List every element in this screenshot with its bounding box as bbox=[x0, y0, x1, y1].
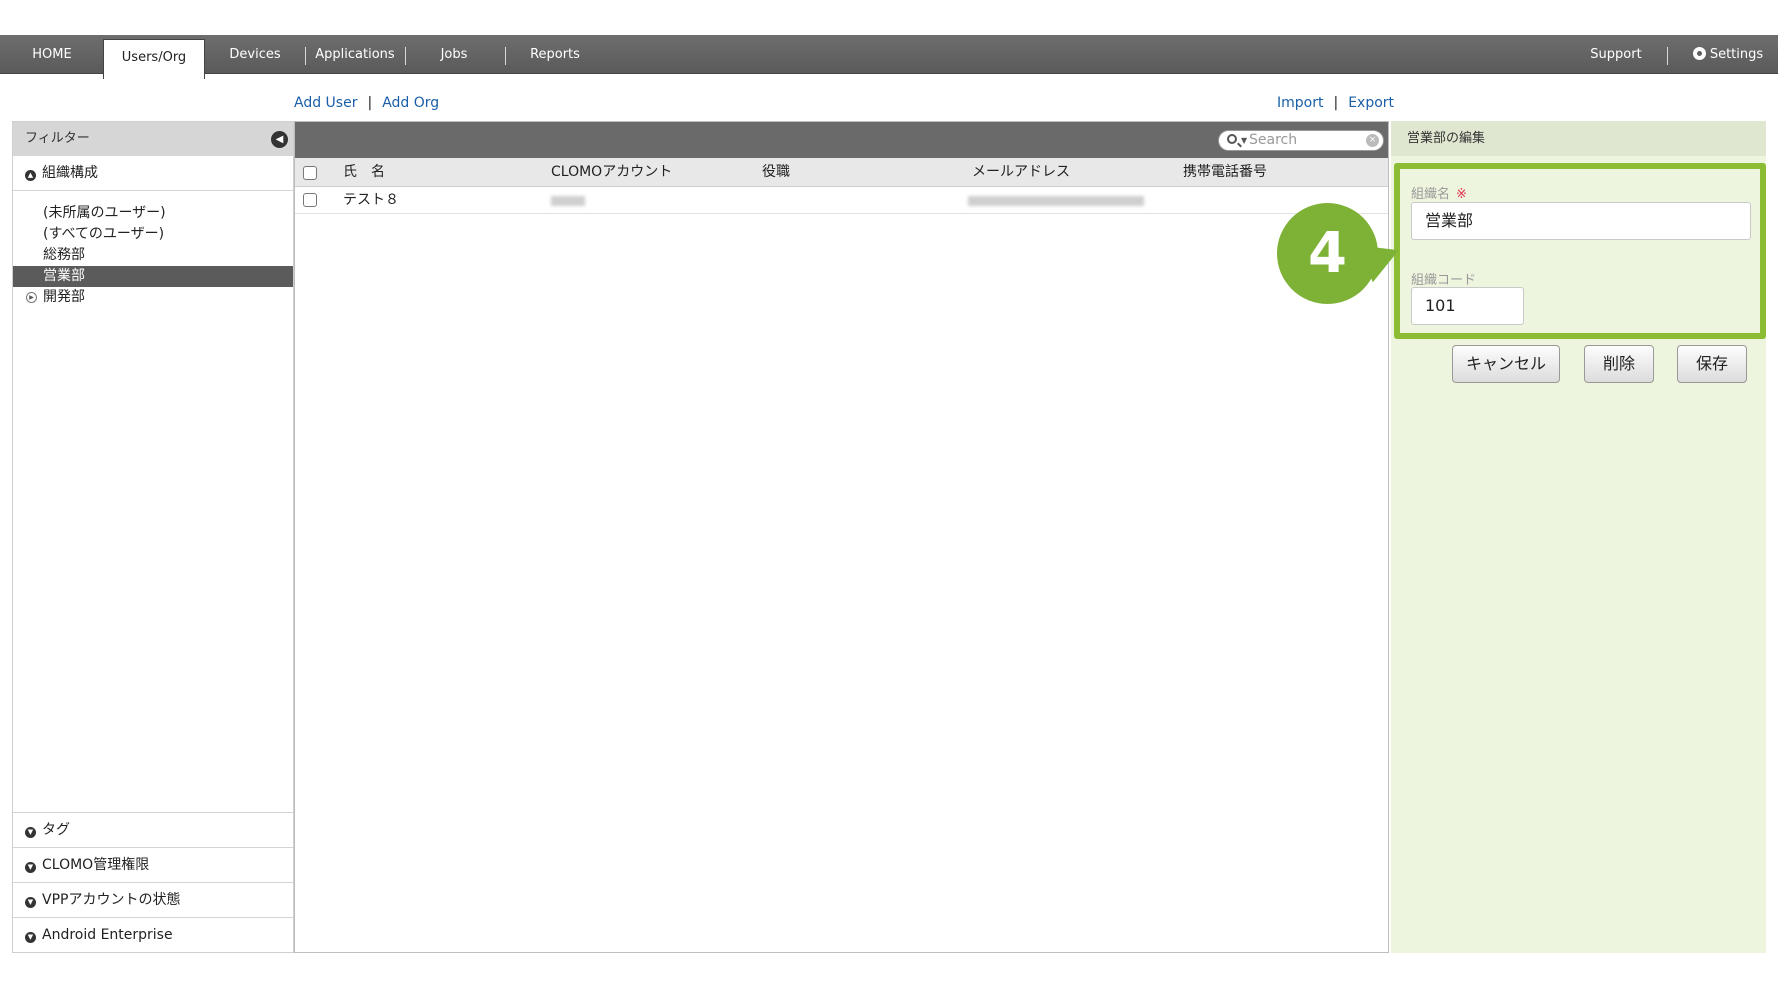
column-header-email[interactable]: メールアドレス bbox=[972, 158, 1070, 187]
android-enterprise-section-toggle[interactable]: ▼ Android Enterprise bbox=[13, 917, 293, 952]
chevron-down-icon: ▼ bbox=[25, 897, 36, 908]
org-name-label: 組織名 ※ bbox=[1411, 183, 1467, 202]
link-separator: | bbox=[1333, 95, 1339, 111]
expand-icon[interactable]: ▶ bbox=[26, 292, 37, 303]
sidebar-bottom-sections: ▼ タグ ▼ CLOMO管理権限 ▼ VPPアカウントの状態 ▼ Android Ent… bbox=[13, 812, 293, 952]
vpp-account-section-toggle[interactable]: ▼ VPPアカウントの状態 bbox=[13, 882, 293, 917]
tree-item-unassigned[interactable]: (未所属のユーザー) bbox=[13, 203, 293, 224]
tree-item-all-users[interactable]: (すべてのユーザー) bbox=[13, 224, 293, 245]
cancel-button[interactable]: キャンセル bbox=[1452, 345, 1560, 383]
filter-header: フィルター ◀ bbox=[13, 122, 293, 156]
org-section-toggle[interactable]: ▲ 組織構成 bbox=[13, 156, 293, 191]
tree-item-development[interactable]: ▶ 開発部 bbox=[13, 287, 293, 308]
link-separator: | bbox=[367, 95, 373, 111]
redacted-account bbox=[551, 196, 585, 206]
section-label: タグ bbox=[42, 822, 70, 838]
gear-icon bbox=[1692, 47, 1706, 60]
user-table-panel: ▼ Search × 氏 名 CLOMOアカウント 役職 メールアドレス 携帯電… bbox=[294, 121, 1389, 953]
redacted-email bbox=[968, 196, 1144, 206]
table-header: 氏 名 CLOMOアカウント 役職 メールアドレス 携帯電話番号 bbox=[295, 158, 1388, 187]
top-nav: HOME Users/Org Devices Applications Jobs… bbox=[0, 35, 1778, 79]
org-tree: (未所属のユーザー) (すべてのユーザー) 総務部 営業部 ▶ 開発部 bbox=[13, 191, 293, 308]
tag-section-toggle[interactable]: ▼ タグ bbox=[13, 812, 293, 847]
chevron-up-icon: ▲ bbox=[25, 170, 36, 181]
step-callout-badge: 4 bbox=[1277, 203, 1378, 304]
section-label: VPPアカウントの状態 bbox=[42, 892, 181, 908]
section-label: CLOMO管理権限 bbox=[42, 857, 150, 873]
tab-users-org[interactable]: Users/Org bbox=[103, 39, 205, 79]
column-header-title[interactable]: 役職 bbox=[762, 158, 790, 187]
section-label: Android Enterprise bbox=[42, 927, 173, 943]
tab-divider bbox=[505, 47, 506, 65]
tab-divider bbox=[305, 47, 306, 65]
search-placeholder: Search bbox=[1249, 132, 1298, 148]
filter-sidebar: フィルター ◀ ▲ 組織構成 (未所属のユーザー) (すべてのユーザー) 総務部 … bbox=[12, 121, 294, 953]
table-row[interactable]: テスト８ bbox=[295, 187, 1388, 214]
select-all-checkbox[interactable] bbox=[303, 166, 317, 180]
tree-item-sales[interactable]: 営業部 bbox=[13, 266, 293, 287]
edit-panel-title: 営業部の編集 bbox=[1391, 121, 1766, 156]
tab-home[interactable]: HOME bbox=[0, 35, 104, 74]
clear-search-icon[interactable]: × bbox=[1366, 134, 1379, 147]
collapse-sidebar-icon[interactable]: ◀ bbox=[271, 131, 288, 148]
tab-divider bbox=[405, 47, 406, 65]
search-dropdown-icon[interactable]: ▼ bbox=[1241, 131, 1247, 150]
tab-jobs[interactable]: Jobs bbox=[424, 35, 484, 74]
row-name: テスト８ bbox=[343, 192, 399, 208]
row-checkbox[interactable] bbox=[303, 193, 317, 207]
org-name-label-text: 組織名 bbox=[1411, 187, 1451, 202]
import-export-links: Import | Export bbox=[1277, 95, 1394, 111]
org-name-input[interactable]: 営業部 bbox=[1411, 202, 1751, 240]
search-icon bbox=[1227, 134, 1237, 144]
add-user-link[interactable]: Add User bbox=[294, 95, 357, 111]
tab-applications[interactable]: Applications bbox=[312, 35, 398, 74]
import-link[interactable]: Import bbox=[1277, 95, 1323, 111]
search-input[interactable]: ▼ Search × bbox=[1218, 130, 1384, 151]
column-header-name[interactable]: 氏 名 bbox=[343, 158, 385, 187]
tab-reports[interactable]: Reports bbox=[520, 35, 590, 74]
org-code-label: 組織コード bbox=[1411, 273, 1477, 288]
add-links: Add User | Add Org bbox=[294, 95, 439, 111]
chevron-down-icon: ▼ bbox=[25, 862, 36, 873]
table-toolbar: ▼ Search × bbox=[295, 122, 1388, 158]
support-link[interactable]: Support bbox=[1584, 35, 1648, 74]
save-button[interactable]: 保存 bbox=[1677, 345, 1747, 383]
required-mark: ※ bbox=[1456, 187, 1467, 202]
highlighted-form-area: 組織名 ※ 営業部 組織コード 101 bbox=[1394, 163, 1766, 339]
chevron-down-icon: ▼ bbox=[25, 827, 36, 838]
tree-item-label: 開発部 bbox=[43, 289, 85, 305]
settings-label: Settings bbox=[1709, 47, 1764, 62]
chevron-down-icon: ▼ bbox=[25, 932, 36, 943]
org-code-input[interactable]: 101 bbox=[1411, 287, 1524, 325]
delete-button[interactable]: 削除 bbox=[1584, 345, 1654, 383]
tab-divider bbox=[1667, 47, 1668, 65]
column-header-account[interactable]: CLOMOアカウント bbox=[551, 158, 672, 187]
filter-title: フィルター bbox=[25, 131, 90, 146]
settings-link[interactable]: Settings bbox=[1682, 35, 1774, 74]
add-org-link[interactable]: Add Org bbox=[382, 95, 439, 111]
org-edit-panel: 営業部の編集 組織名 ※ 営業部 組織コード 101 キャンセル 削除 保存 bbox=[1391, 121, 1766, 953]
org-section-label: 組織構成 bbox=[42, 165, 98, 181]
tree-item-general-affairs[interactable]: 総務部 bbox=[13, 245, 293, 266]
clomo-permission-section-toggle[interactable]: ▼ CLOMO管理権限 bbox=[13, 847, 293, 882]
export-link[interactable]: Export bbox=[1348, 95, 1394, 111]
column-header-phone[interactable]: 携帯電話番号 bbox=[1183, 158, 1267, 187]
tab-devices[interactable]: Devices bbox=[218, 35, 292, 74]
